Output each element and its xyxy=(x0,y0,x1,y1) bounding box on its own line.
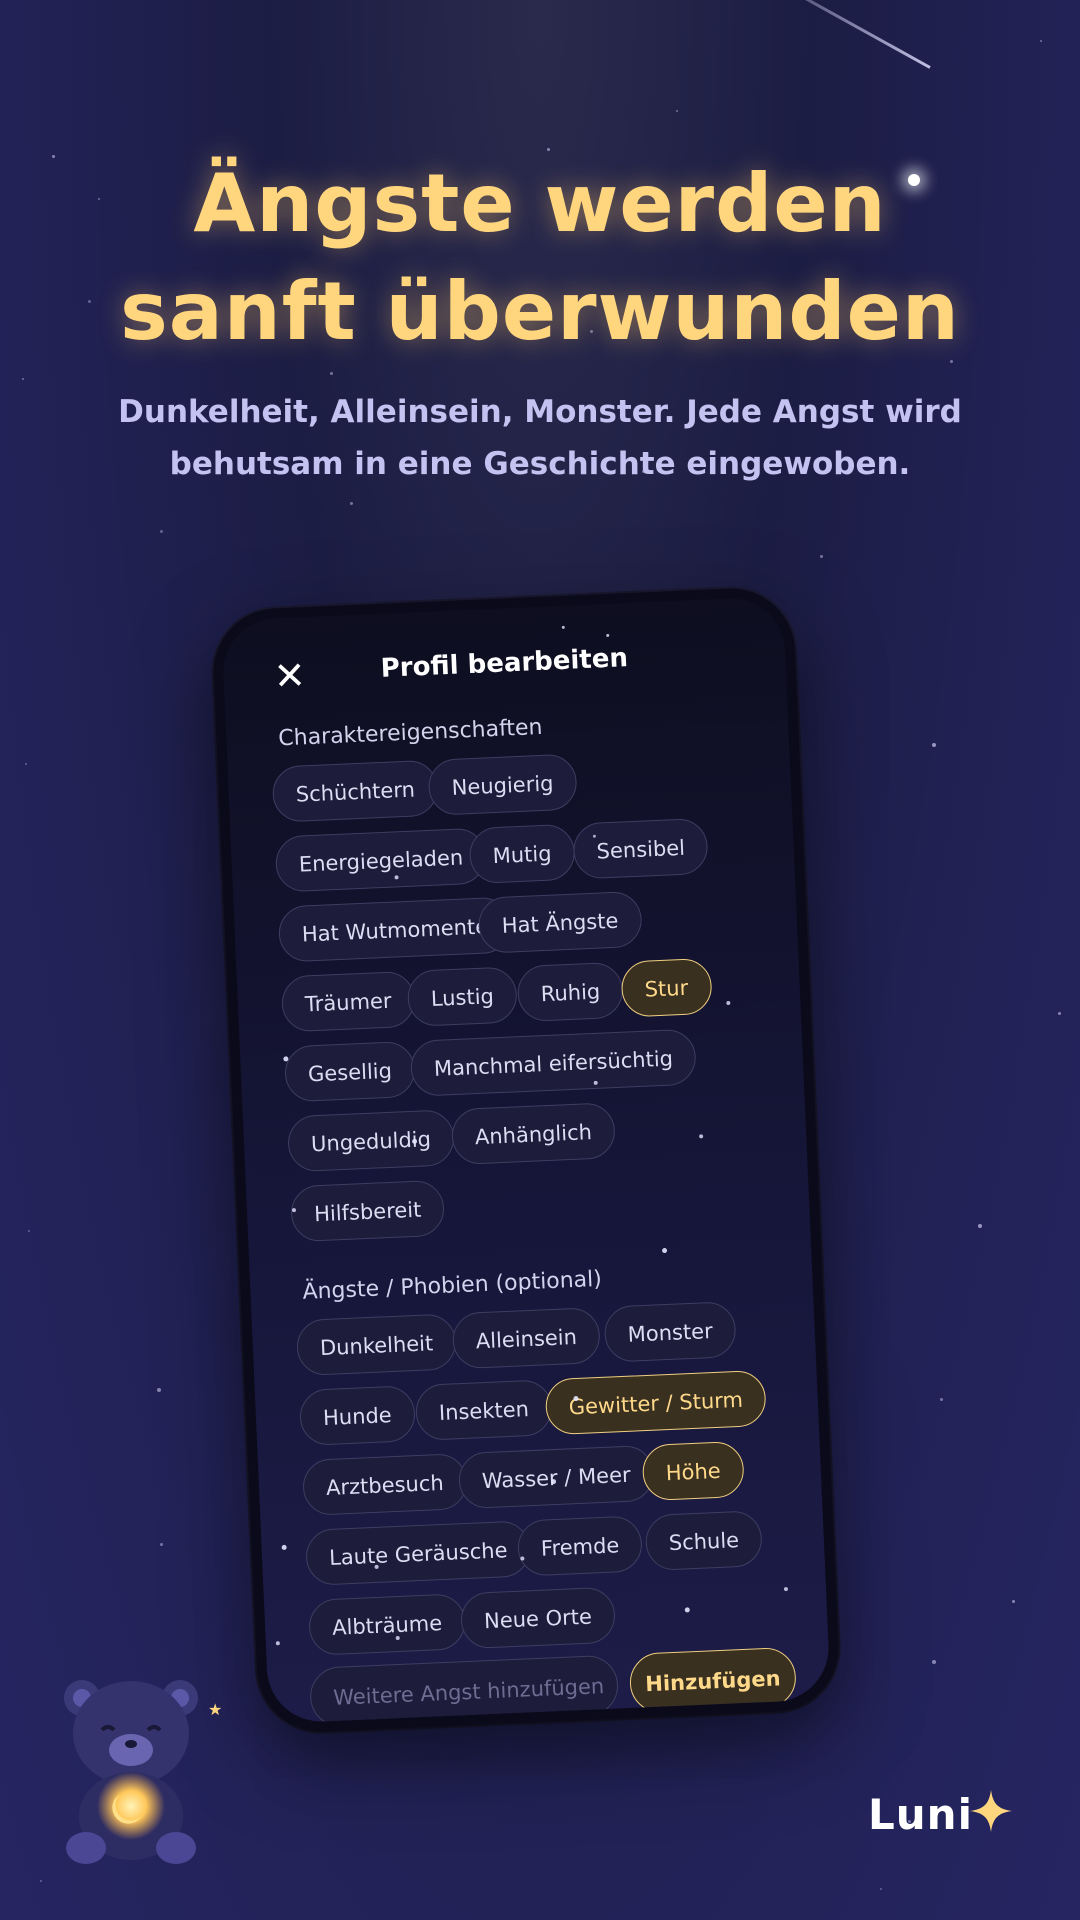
star xyxy=(661,1247,668,1254)
chip-fear-laute-geraeusche[interactable]: Laute Geräusche xyxy=(304,1520,532,1586)
phone-screen: ✕ Profil bearbeiten Charaktereigenschaft… xyxy=(221,596,831,1724)
star xyxy=(330,372,333,375)
chip-fear-fremde[interactable]: Fremde xyxy=(516,1515,644,1577)
star xyxy=(978,1224,982,1228)
chip-trait-ruhig[interactable]: Ruhig xyxy=(516,961,625,1023)
star xyxy=(561,625,565,629)
chip-fear-gewitter-sturm[interactable]: Gewitter / Sturm xyxy=(544,1369,768,1436)
phone-mockup: ✕ Profil bearbeiten Charaktereigenschaft… xyxy=(210,585,842,1735)
star xyxy=(699,1134,704,1139)
star xyxy=(281,1544,287,1551)
chip-trait-ungeduldig[interactable]: Ungeduldig xyxy=(286,1109,456,1173)
chip-fear-hunde[interactable]: Hunde xyxy=(298,1385,416,1447)
star xyxy=(932,1660,936,1664)
star xyxy=(40,1880,42,1882)
traits-section-label: Charaktereigenschaften xyxy=(277,714,544,752)
star xyxy=(157,1388,161,1392)
chip-trait-schuechtern[interactable]: Schüchtern xyxy=(271,759,439,823)
chip-trait-energiegeladen[interactable]: Energiegeladen xyxy=(274,827,488,893)
sparkle-icon xyxy=(970,1790,1012,1832)
subline-line-1: Dunkelheit, Alleinsein, Monster. Jede An… xyxy=(118,394,962,430)
chip-trait-sensibel[interactable]: Sensibel xyxy=(572,817,710,880)
star xyxy=(606,633,610,638)
chip-fear-wasser-meer[interactable]: Wasser / Meer xyxy=(457,1444,655,1510)
add-fear-input[interactable]: Weitere Angst hinzufügen xyxy=(308,1654,620,1724)
star xyxy=(684,1607,690,1613)
star xyxy=(1040,40,1042,42)
star xyxy=(28,1230,30,1232)
subline: Dunkelheit, Alleinsein, Monster. Jede An… xyxy=(90,386,990,490)
chip-fear-schule[interactable]: Schule xyxy=(644,1510,764,1572)
chip-trait-gesellig[interactable]: Gesellig xyxy=(283,1040,417,1103)
chip-trait-hilfsbereit[interactable]: Hilfsbereit xyxy=(289,1179,446,1243)
chip-fear-alleinsein[interactable]: Alleinsein xyxy=(451,1306,602,1370)
chip-trait-hat-wutmomente[interactable]: Hat Wutmomente xyxy=(277,896,513,963)
chip-trait-anhaenglich[interactable]: Anhänglich xyxy=(450,1102,617,1166)
add-fear-button[interactable]: Hinzufügen xyxy=(628,1646,798,1714)
screen-title: Profil bearbeiten xyxy=(380,643,629,684)
chip-trait-manchmal-eifersuechtig[interactable]: Manchmal eifersüchtig xyxy=(409,1028,698,1097)
star xyxy=(1012,1600,1015,1603)
star xyxy=(726,1000,731,1006)
chip-trait-traeumer[interactable]: Träumer xyxy=(280,970,416,1033)
brand-logo: Luni xyxy=(868,1790,973,1839)
small-star-icon: ★ xyxy=(208,1700,223,1719)
star xyxy=(350,502,353,505)
chip-fear-albtraeume[interactable]: Albträume xyxy=(307,1593,467,1656)
star xyxy=(275,1641,280,1646)
star xyxy=(22,378,24,380)
star xyxy=(160,1543,163,1546)
chip-trait-mutig[interactable]: Mutig xyxy=(468,823,576,885)
chip-trait-neugierig[interactable]: Neugierig xyxy=(427,753,578,816)
chip-fear-arztbesuch[interactable]: Arztbesuch xyxy=(301,1452,468,1517)
chip-trait-lustig[interactable]: Lustig xyxy=(406,966,518,1027)
star xyxy=(676,110,678,112)
star xyxy=(783,1586,789,1592)
star xyxy=(25,763,27,765)
star xyxy=(160,530,163,533)
star xyxy=(940,1398,943,1401)
star xyxy=(592,834,597,838)
star xyxy=(880,1888,882,1890)
chip-fear-hoehe[interactable]: Höhe xyxy=(641,1440,745,1502)
chip-fear-insekten[interactable]: Insekten xyxy=(414,1379,554,1442)
fears-section-label: Ängste / Phobien (optional) xyxy=(302,1266,603,1305)
star xyxy=(820,555,823,558)
headline-line-2: sanft überwunden xyxy=(120,265,960,358)
chip-fear-monster[interactable]: Monster xyxy=(603,1301,737,1363)
subline-line-2: behutsam in eine Geschichte eingewoben. xyxy=(169,446,911,482)
chip-trait-stur[interactable]: Stur xyxy=(620,957,713,1018)
chip-fear-dunkelheit[interactable]: Dunkelheit xyxy=(295,1313,458,1377)
chip-fear-neue-orte[interactable]: Neue Orte xyxy=(459,1586,616,1650)
star xyxy=(932,743,936,747)
headline: Ängste werden sanft überwunden xyxy=(0,150,1080,366)
chip-trait-hat-aengste[interactable]: Hat Ängste xyxy=(477,890,643,954)
headline-line-1: Ängste werden xyxy=(193,157,887,250)
teddy-bear-illustration xyxy=(64,1680,198,1864)
star xyxy=(1058,1012,1061,1015)
shooting-star-trail xyxy=(728,0,931,69)
